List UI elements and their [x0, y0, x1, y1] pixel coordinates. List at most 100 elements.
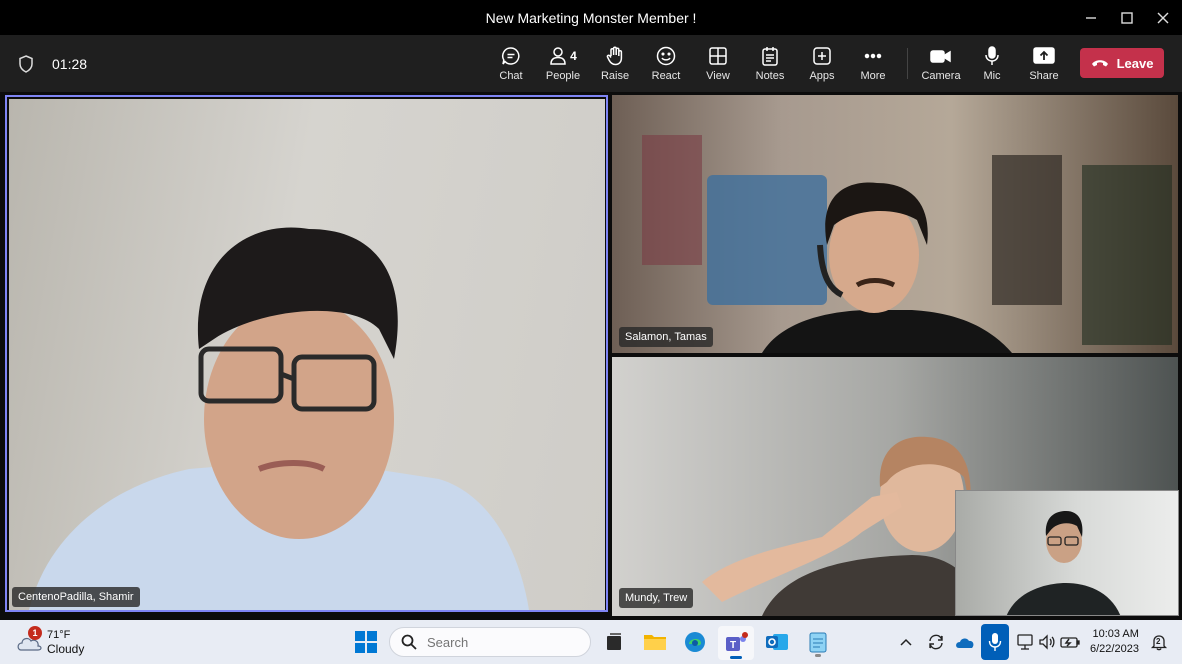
folder-icon — [644, 635, 666, 650]
maximize-button[interactable] — [1108, 0, 1146, 35]
people-button[interactable]: 4 People — [537, 35, 589, 92]
apps-button[interactable]: Apps — [796, 35, 848, 92]
meeting-timer: 01:28 — [52, 55, 88, 72]
grid-view-icon — [709, 46, 727, 65]
chevron-up-icon — [900, 638, 912, 646]
close-icon — [1157, 12, 1169, 23]
people-label: People — [545, 69, 581, 82]
network-icon — [1017, 634, 1033, 650]
participant-name-tag: Mundy, Trew — [619, 588, 694, 608]
weather-badge: 1 — [28, 626, 42, 640]
chat-label: Chat — [499, 69, 523, 82]
task-view-button[interactable] — [601, 629, 627, 655]
more-button[interactable]: More — [847, 35, 899, 92]
share-screen-icon — [1033, 46, 1055, 64]
show-hidden-icons-button[interactable] — [897, 632, 915, 652]
more-label: More — [860, 69, 886, 82]
notepad-icon — [809, 632, 827, 653]
leave-button[interactable]: Leave — [1080, 48, 1164, 78]
camera-icon — [930, 49, 951, 63]
search-icon — [401, 634, 417, 650]
clock-date: 6/22/2023 — [1090, 643, 1139, 655]
camera-button[interactable]: Camera — [915, 35, 967, 92]
notification-count: 2 — [1156, 637, 1161, 646]
hang-up-icon — [1091, 60, 1108, 67]
taskbar-search[interactable] — [389, 627, 591, 657]
title-bar: New Marketing Monster Member ! — [0, 0, 1182, 35]
meeting-toolbar: 01:28 Chat 4 People Raise React View Not… — [0, 35, 1182, 92]
participant-video-salamon — [642, 135, 1172, 353]
view-label: View — [706, 69, 730, 82]
notes-button[interactable]: Notes — [744, 35, 796, 92]
network-tray-button[interactable] — [1014, 631, 1036, 653]
notes-icon — [762, 46, 778, 66]
task-view-icon — [607, 633, 621, 650]
chat-icon — [501, 46, 520, 65]
more-icon — [864, 53, 882, 58]
hand-icon — [606, 46, 623, 65]
mic-label: Mic — [983, 69, 1001, 82]
notes-label: Notes — [755, 69, 785, 82]
outlook-button[interactable] — [763, 628, 791, 656]
search-input[interactable] — [425, 633, 579, 651]
participant-name-tag: Salamon, Tamas — [619, 327, 713, 347]
leave-label: Leave — [1116, 55, 1154, 71]
battery-charging-icon — [1060, 637, 1080, 648]
raise-label: Raise — [600, 69, 630, 82]
minimize-icon — [1086, 16, 1096, 19]
self-view-tile[interactable] — [955, 490, 1179, 616]
people-icon — [550, 46, 566, 65]
react-label: React — [651, 69, 681, 82]
self-view-video — [1006, 511, 1121, 615]
shield-icon[interactable] — [18, 54, 34, 73]
react-button[interactable]: React — [640, 35, 692, 92]
minimize-button[interactable] — [1072, 0, 1110, 35]
raise-hand-button[interactable]: Raise — [589, 35, 641, 92]
chat-button[interactable]: Chat — [485, 35, 537, 92]
svg-text:T: T — [730, 640, 736, 651]
weather-condition: Cloudy — [47, 642, 85, 656]
toolbar-divider — [907, 48, 908, 79]
onedrive-cloud-icon — [956, 638, 974, 648]
microphone-icon — [988, 633, 1002, 651]
sync-tray-button[interactable] — [925, 631, 947, 653]
share-button[interactable]: Share — [1018, 35, 1070, 92]
battery-tray-button[interactable] — [1058, 631, 1082, 653]
start-button[interactable] — [352, 628, 380, 656]
mic-button[interactable]: Mic — [966, 35, 1018, 92]
teams-icon: T — [726, 632, 748, 651]
maximize-icon — [1121, 11, 1133, 24]
mic-in-use-tray-button[interactable] — [981, 624, 1009, 660]
sync-icon — [929, 634, 943, 650]
volume-tray-button[interactable] — [1036, 631, 1058, 653]
teams-button[interactable]: T — [718, 626, 754, 660]
file-explorer-button[interactable] — [641, 629, 669, 655]
video-tile-salamon[interactable]: Salamon, Tamas — [612, 95, 1178, 353]
video-stage: CentenoPadilla, Shamir Salamon, Tamas Mu… — [0, 92, 1182, 620]
camera-label: Camera — [921, 69, 961, 82]
active-speaker-border — [5, 95, 608, 612]
active-app-indicator — [730, 656, 742, 659]
weather-widget[interactable]: 1 — [14, 626, 44, 656]
clock-time: 10:03 AM — [1092, 628, 1139, 640]
view-button[interactable]: View — [692, 35, 744, 92]
windows-logo-icon — [355, 631, 377, 653]
edge-button[interactable] — [681, 628, 709, 656]
close-button[interactable] — [1144, 0, 1182, 35]
share-label: Share — [1029, 69, 1059, 82]
microphone-icon — [985, 45, 999, 65]
weather-text[interactable]: 71°F Cloudy — [47, 628, 84, 656]
notepad-button[interactable] — [804, 627, 832, 657]
outlook-icon — [766, 634, 788, 650]
notification-center-button[interactable]: 2 — [1148, 631, 1170, 653]
people-count: 4 — [570, 48, 577, 63]
smiley-icon — [656, 46, 676, 65]
weather-temp: 71°F — [47, 629, 71, 641]
add-app-icon — [813, 46, 831, 65]
speaker-icon — [1039, 634, 1055, 650]
edge-browser-icon — [685, 632, 705, 652]
onedrive-tray-button[interactable] — [953, 631, 977, 653]
running-app-indicator — [815, 654, 821, 657]
apps-label: Apps — [809, 69, 835, 82]
taskbar-clock[interactable]: 10:03 AM 6/22/2023 — [1090, 627, 1139, 657]
